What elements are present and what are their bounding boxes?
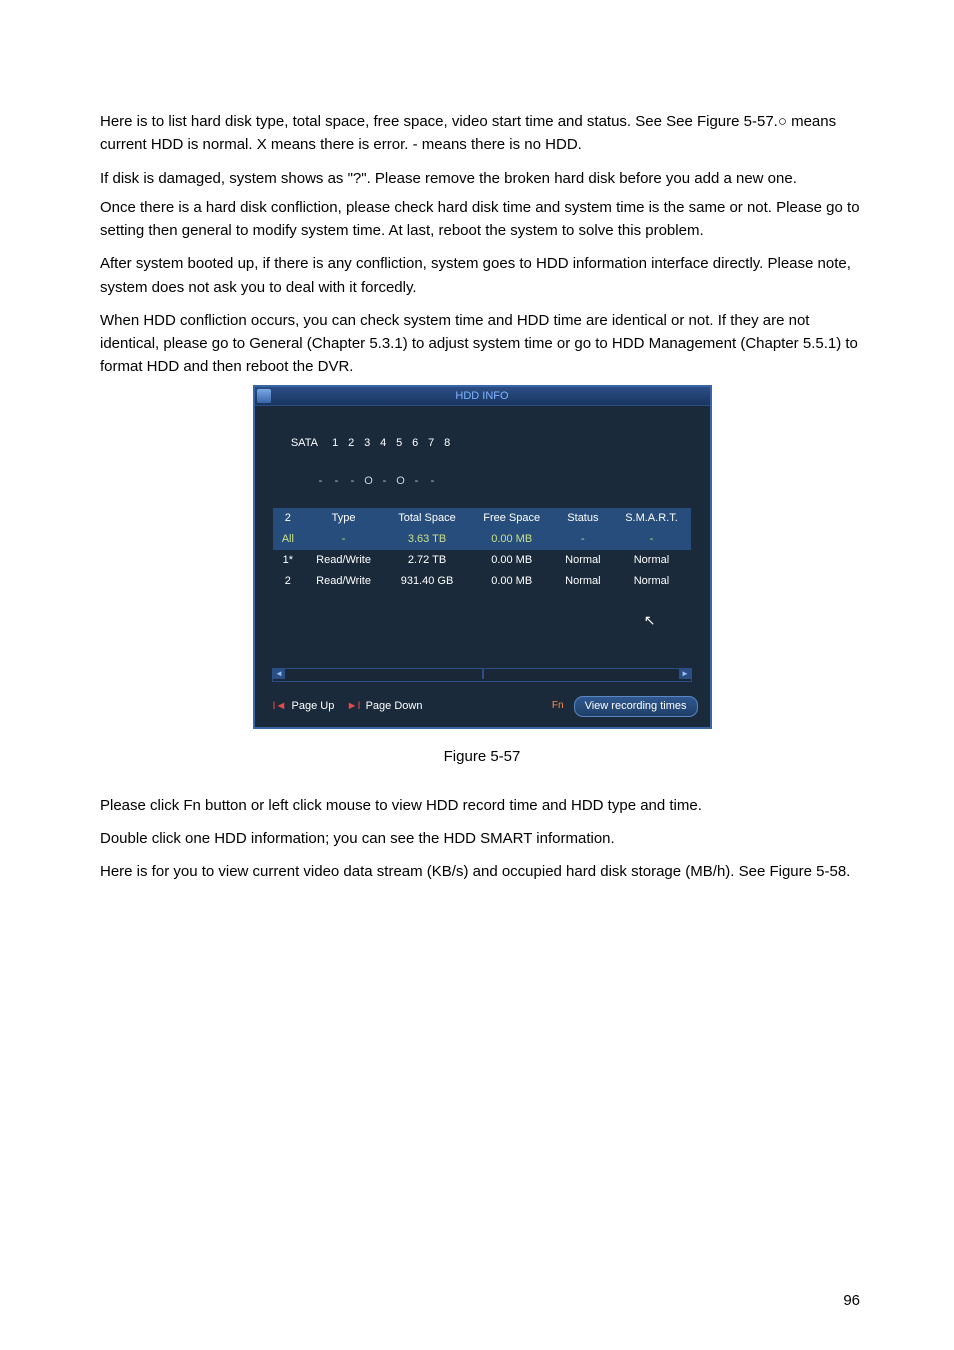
sata-header-row: SATA 12345678 (255, 406, 710, 473)
cell: 1* (273, 550, 303, 571)
sata-status: O (361, 473, 377, 490)
scroll-right-icon[interactable]: ► (679, 669, 691, 679)
cursor-icon: ↖ (255, 610, 710, 632)
sata-col: 6 (407, 435, 423, 452)
dialog-titlebar[interactable]: HDD INFO (255, 387, 710, 406)
cell: Read/Write (303, 571, 385, 592)
col-free-space[interactable]: Free Space (470, 508, 554, 529)
sata-status: - (313, 473, 329, 490)
cell: Normal (612, 550, 691, 571)
sata-col: 5 (391, 435, 407, 452)
sata-label: SATA (291, 437, 318, 449)
sata-col: 2 (343, 435, 359, 452)
page-up-icon: I◄ (273, 700, 287, 712)
pager: I◄ Page Up ►I Page Down (273, 698, 423, 715)
horizontal-scrollbar[interactable]: ◄ ► (272, 668, 692, 682)
sata-status: - (345, 473, 361, 490)
paragraph: Here is to list hard disk type, total sp… (100, 110, 864, 157)
view-recording-times-button[interactable]: View recording times (574, 696, 698, 717)
dialog-title: HDD INFO (255, 387, 710, 405)
cell: 0.00 MB (470, 550, 554, 571)
scroll-left-icon[interactable]: ◄ (273, 669, 285, 679)
sata-status: - (377, 473, 393, 490)
figure-caption: Figure 5-57 (100, 745, 864, 768)
cell: 0.00 MB (470, 571, 554, 592)
paragraph: When HDD confliction occurs, you can che… (100, 309, 864, 379)
sata-col: 1 (327, 435, 343, 452)
sata-col: 8 (439, 435, 455, 452)
cell: Normal (554, 571, 612, 592)
col-status[interactable]: Status (554, 508, 612, 529)
cell: All (273, 529, 303, 550)
hdd-table: 2 Type Total Space Free Space Status S.M… (273, 508, 691, 592)
cell: Normal (554, 550, 612, 571)
table-row[interactable]: All - 3.63 TB 0.00 MB - - (273, 529, 691, 550)
col-total-space[interactable]: Total Space (384, 508, 469, 529)
page-number: 96 (843, 1289, 860, 1312)
sata-col: 3 (359, 435, 375, 452)
paragraph: If disk is damaged, system shows as "?".… (100, 167, 864, 190)
fn-button[interactable]: Fn (550, 698, 566, 714)
table-row[interactable]: 2 Read/Write 931.40 GB 0.00 MB Normal No… (273, 571, 691, 592)
sata-status: O (393, 473, 409, 490)
cell: Read/Write (303, 550, 385, 571)
cell: 2.72 TB (384, 550, 469, 571)
sata-col: 4 (375, 435, 391, 452)
col-index[interactable]: 2 (273, 508, 303, 529)
cell: 2 (273, 571, 303, 592)
col-smart[interactable]: S.M.A.R.T. (612, 508, 691, 529)
col-type[interactable]: Type (303, 508, 385, 529)
paragraph: Here is for you to view current video da… (100, 860, 864, 883)
paragraph: Double click one HDD information; you ca… (100, 827, 864, 850)
cell: - (612, 529, 691, 550)
cell: 931.40 GB (384, 571, 469, 592)
page-down-button[interactable]: Page Down (366, 700, 423, 712)
cell: - (303, 529, 385, 550)
table-row[interactable]: 1* Read/Write 2.72 TB 0.00 MB Normal Nor… (273, 550, 691, 571)
sata-status: - (409, 473, 425, 490)
paragraph: Once there is a hard disk confliction, p… (100, 196, 864, 243)
cell: - (554, 529, 612, 550)
cell: 0.00 MB (470, 529, 554, 550)
sata-status: - (329, 473, 345, 490)
table-header-row: 2 Type Total Space Free Space Status S.M… (273, 508, 691, 529)
cell: Normal (612, 571, 691, 592)
sata-status-row: ---O-O-- (255, 473, 710, 508)
sata-status: - (425, 473, 441, 490)
cell: 3.63 TB (384, 529, 469, 550)
paragraph: After system booted up, if there is any … (100, 252, 864, 299)
sata-col: 7 (423, 435, 439, 452)
page-down-icon: ►I (347, 700, 361, 712)
page-up-button[interactable]: Page Up (292, 700, 335, 712)
hdd-info-dialog: HDD INFO SATA 12345678 ---O-O-- 2 Type T… (253, 385, 712, 729)
paragraph: Please click Fn button or left click mou… (100, 794, 864, 817)
scroll-thumb[interactable] (482, 669, 484, 679)
